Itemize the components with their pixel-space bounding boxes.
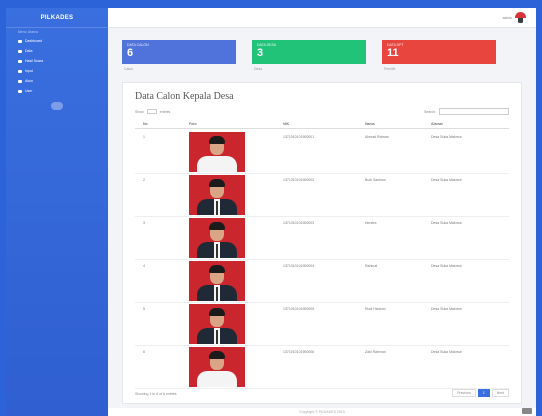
stat-card-value: 3 xyxy=(257,47,264,59)
row-number: 4 xyxy=(143,264,145,268)
sidebar-item-label: Data xyxy=(25,49,33,53)
row-name: Zaki Rahman xyxy=(365,350,386,354)
col-nama[interactable]: Nama xyxy=(365,122,375,126)
sidebar-item-label: Input xyxy=(25,69,33,73)
prev-button[interactable]: Previous xyxy=(452,389,476,397)
row-nik: 1371010101900004 xyxy=(283,264,315,268)
app-window: PILKADES Menu Utama Dashboard Data Hasil S… xyxy=(6,8,536,416)
show-label: Show xyxy=(135,109,144,114)
topbar: admin xyxy=(108,8,536,28)
row-number: 6 xyxy=(143,350,145,354)
menu-icon xyxy=(18,59,22,63)
next-button[interactable]: Next xyxy=(491,389,509,397)
scroll-top-button[interactable] xyxy=(522,408,532,414)
candidate-photo xyxy=(189,218,245,258)
stat-card[interactable]: DATA DPT 11 xyxy=(382,40,496,64)
table-row: 4 1371010101900004 Rahmat Desa Suka Makmur xyxy=(135,260,509,303)
stat-card-subtitle: Desa xyxy=(254,67,263,71)
stat-card[interactable]: DATA DESA 3 xyxy=(252,40,366,64)
row-nik: 1371010101900001 xyxy=(283,135,315,139)
avatar[interactable] xyxy=(515,12,526,23)
user-name[interactable]: admin xyxy=(502,16,512,20)
page-1-button[interactable]: 1 xyxy=(477,389,490,397)
sidebar-item-label: Akun xyxy=(25,79,33,83)
candidate-photo xyxy=(189,261,245,301)
row-name: Ahmad Ridwan xyxy=(365,135,389,139)
sidebar-toggle-button[interactable] xyxy=(51,102,63,110)
stat-card-title: DATA DESA xyxy=(257,43,277,47)
pagination: Previous 1 Next xyxy=(452,389,509,397)
candidate-photo xyxy=(189,304,245,344)
table-row: 1 1371010101900001 Ahmad Ridwan Desa Suka M… xyxy=(135,131,509,174)
stat-card-title: DATA DPT xyxy=(387,43,404,47)
menu-icon xyxy=(18,89,22,93)
stat-card-value: 11 xyxy=(387,47,399,59)
row-nik: 1371010101900005 xyxy=(283,307,315,311)
menu-icon xyxy=(18,49,22,53)
row-name: Rahmat xyxy=(365,264,378,268)
row-name: Budi Santoso xyxy=(365,178,386,182)
table-info: Showing 1 to 6 of 6 entries xyxy=(135,392,177,396)
sidebar-item[interactable]: Akun xyxy=(6,76,108,86)
row-address: Desa Suka Makmur xyxy=(431,264,462,268)
row-name: Rudi Hartono xyxy=(365,307,386,311)
sidebar-item[interactable]: Data xyxy=(6,46,108,56)
search-label: Search: xyxy=(423,109,436,114)
stat-card-subtitle: Pemilih xyxy=(384,67,396,71)
sidebar-item-label: Dashboard xyxy=(25,39,43,43)
col-foto[interactable]: Foto xyxy=(189,122,197,126)
col-nik[interactable]: NIK xyxy=(283,122,289,126)
brand-logo[interactable]: PILKADES xyxy=(6,8,108,28)
table-row: 6 1371010101900006 Zaki Rahman Desa Suka Ma… xyxy=(135,346,509,389)
menu-icon xyxy=(18,79,22,83)
stat-card-title: DATA CALON xyxy=(127,43,149,47)
col-no[interactable]: No xyxy=(143,122,148,126)
candidate-photo xyxy=(189,175,245,215)
row-number: 2 xyxy=(143,178,145,182)
table-row: 3 1371010101900003 Hendra Desa Suka Makmur xyxy=(135,217,509,260)
sidebar-section-label: Menu Utama xyxy=(18,30,39,34)
entries-select[interactable] xyxy=(146,109,157,114)
row-number: 3 xyxy=(143,221,145,225)
row-name: Hendra xyxy=(365,221,377,225)
stat-card[interactable]: DATA CALON 6 xyxy=(122,40,236,64)
table-row: 5 1371010101900005 Rudi Hartono Desa Suka M… xyxy=(135,303,509,346)
row-address: Desa Suka Makmur xyxy=(431,178,462,182)
stat-card-subtitle: Calon xyxy=(124,67,134,71)
table-row: 2 1371010101900002 Budi Santoso Desa Suka M… xyxy=(135,174,509,217)
row-number: 1 xyxy=(143,135,145,139)
row-nik: 1371010101900003 xyxy=(283,221,315,225)
candidate-photo xyxy=(189,347,245,387)
sidebar-item[interactable]: Input xyxy=(6,66,108,76)
search-input[interactable] xyxy=(439,108,509,115)
row-address: Desa Suka Makmur xyxy=(431,135,462,139)
sidebar-item[interactable]: User xyxy=(6,86,108,96)
footer-copyright: Copyright © PILKADES 2019 xyxy=(108,408,536,416)
row-nik: 1371010101900002 xyxy=(283,178,315,182)
menu-icon xyxy=(18,39,22,43)
sidebar-item-label: User xyxy=(25,89,33,93)
col-alamat[interactable]: Alamat xyxy=(431,122,443,126)
row-address: Desa Suka Makmur xyxy=(431,221,462,225)
panel-title: Data Calon Kepala Desa xyxy=(135,91,234,102)
row-address: Desa Suka Makmur xyxy=(431,350,462,354)
stat-card-value: 6 xyxy=(127,47,134,59)
candidate-photo xyxy=(189,132,245,172)
sidebar-item-label: Hasil Suara xyxy=(25,59,44,63)
sidebar-item[interactable]: Dashboard xyxy=(6,36,108,46)
sidebar: PILKADES Menu Utama Dashboard Data Hasil S… xyxy=(6,8,108,416)
sidebar-item[interactable]: Hasil Suara xyxy=(6,56,108,66)
entries-control: Show entries xyxy=(135,109,170,114)
entries-label: entries xyxy=(159,109,171,114)
row-number: 5 xyxy=(143,307,145,311)
candidate-table-panel: Data Calon Kepala Desa Show entries Sear… xyxy=(122,82,522,404)
row-nik: 1371010101900006 xyxy=(283,350,315,354)
table-header: No Foto NIK Nama Alamat xyxy=(135,119,509,129)
menu-icon xyxy=(18,69,22,73)
row-address: Desa Suka Makmur xyxy=(431,307,462,311)
